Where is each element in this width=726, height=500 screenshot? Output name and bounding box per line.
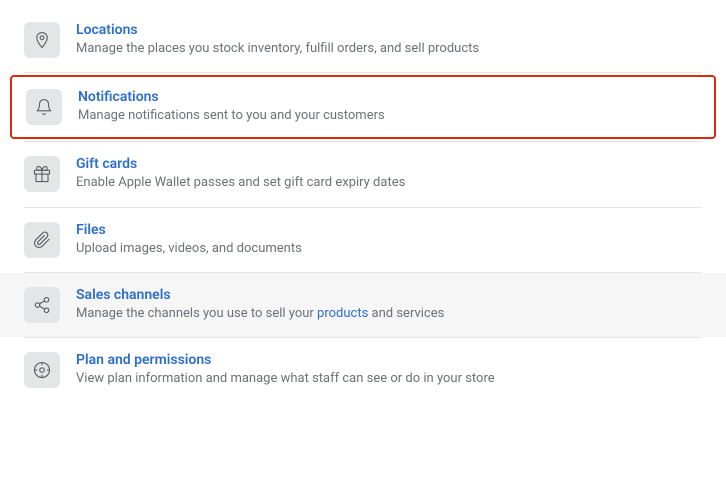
settings-item-notifications[interactable]: Notifications Manage notifications sent …: [10, 75, 716, 139]
plan-permissions-title: Plan and permissions: [76, 352, 495, 368]
locations-title: Locations: [76, 22, 479, 38]
plan-permissions-desc: View plan information and manage what st…: [76, 370, 495, 388]
settings-circle-icon: [33, 361, 51, 379]
files-desc: Upload images, videos, and documents: [76, 240, 302, 258]
gift-cards-icon-wrapper: [24, 156, 60, 192]
notifications-icon-wrapper: [26, 89, 62, 125]
notifications-title: Notifications: [78, 89, 385, 105]
notifications-text: Notifications Manage notifications sent …: [78, 89, 385, 125]
gift-cards-title: Gift cards: [76, 156, 405, 172]
settings-item-plan-permissions[interactable]: Plan and permissions View plan informati…: [0, 338, 726, 402]
gift-cards-desc: Enable Apple Wallet passes and set gift …: [76, 174, 405, 192]
files-title: Files: [76, 222, 302, 238]
sales-channels-desc: Manage the channels you use to sell your…: [76, 305, 444, 323]
settings-item-gift-cards[interactable]: Gift cards Enable Apple Wallet passes an…: [0, 142, 726, 206]
location-icon: [33, 31, 51, 49]
settings-item-sales-channels[interactable]: Sales channels Manage the channels you u…: [0, 273, 726, 337]
notifications-desc: Manage notifications sent to you and you…: [78, 107, 385, 125]
sales-channels-icon-wrapper: [24, 287, 60, 323]
bell-icon: [35, 98, 53, 116]
plan-permissions-icon-wrapper: [24, 352, 60, 388]
sales-channels-text: Sales channels Manage the channels you u…: [76, 287, 444, 323]
locations-desc: Manage the places you stock inventory, f…: [76, 40, 479, 58]
files-text: Files Upload images, videos, and documen…: [76, 222, 302, 258]
gift-cards-text: Gift cards Enable Apple Wallet passes an…: [76, 156, 405, 192]
locations-icon-wrapper: [24, 22, 60, 58]
paperclip-icon: [33, 231, 51, 249]
settings-list: Locations Manage the places you stock in…: [0, 0, 726, 410]
sales-channels-title: Sales channels: [76, 287, 444, 303]
files-icon-wrapper: [24, 222, 60, 258]
share-icon: [33, 296, 51, 314]
gift-icon: [33, 165, 51, 183]
products-link[interactable]: products: [317, 306, 368, 321]
settings-item-locations[interactable]: Locations Manage the places you stock in…: [0, 8, 726, 72]
divider-1: [24, 72, 702, 73]
locations-text: Locations Manage the places you stock in…: [76, 22, 479, 58]
plan-permissions-text: Plan and permissions View plan informati…: [76, 352, 495, 388]
settings-item-files[interactable]: Files Upload images, videos, and documen…: [0, 208, 726, 272]
